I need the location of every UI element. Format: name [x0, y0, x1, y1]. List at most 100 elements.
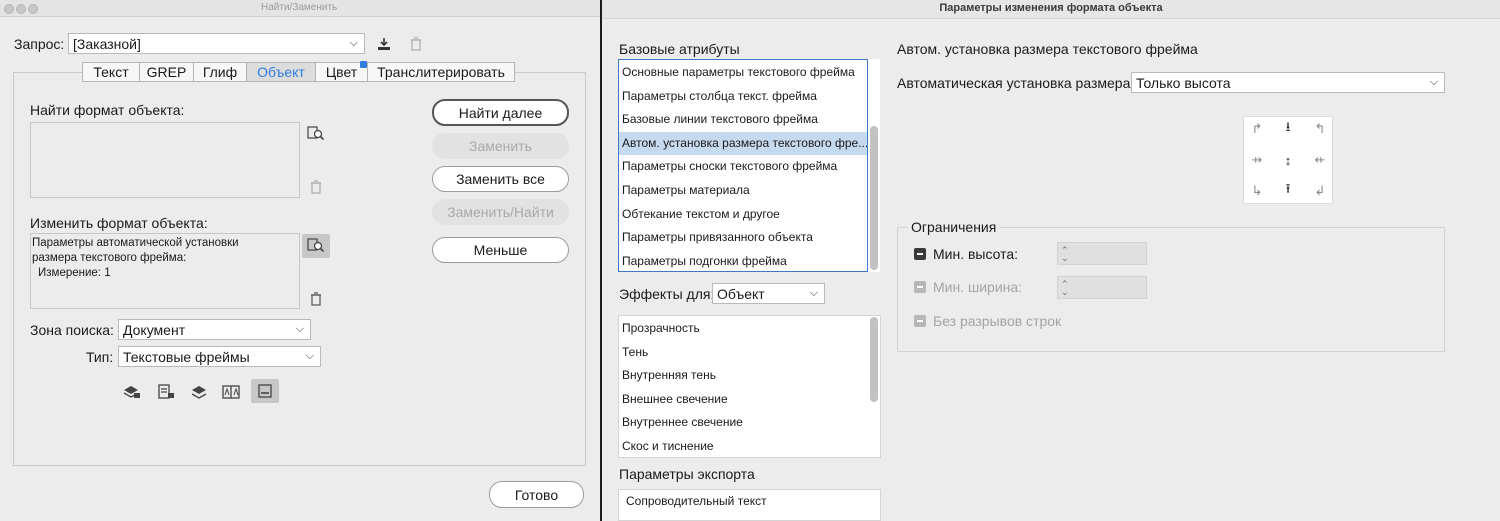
close-window-button[interactable] [4, 4, 14, 14]
include-footnotes-icon[interactable] [251, 379, 279, 403]
format-window-title: Параметры изменения формата объекта [939, 2, 1163, 14]
query-select[interactable]: [Заказной] ⌵ [68, 33, 365, 54]
no-line-breaks-label: Без разрывов строк [933, 313, 1062, 329]
replace-all-button[interactable]: Заменить все [432, 166, 569, 192]
type-label: Тип: [86, 349, 114, 365]
include-locked-layers-icon[interactable] [121, 381, 143, 403]
window-divider [600, 0, 602, 521]
reference-bottom-center-icon[interactable]: ⭱ [1279, 181, 1297, 200]
zoom-window-button[interactable] [28, 4, 38, 14]
reference-bottom-right-icon[interactable]: ↲ [1311, 182, 1329, 200]
constraints-heading: Ограничения [908, 219, 1000, 235]
min-height-checkbox[interactable] [914, 248, 926, 260]
find-format-label: Найти формат объекта: [30, 102, 185, 118]
clear-find-format-icon[interactable] [306, 178, 326, 196]
minimize-window-button[interactable] [16, 4, 26, 14]
effects-label: Эффекты для: [619, 286, 715, 302]
list-item[interactable]: Внутренняя тень [619, 364, 880, 388]
list-item[interactable]: Параметры подгонки фрейма [619, 250, 867, 271]
list-item[interactable]: Скос и тиснение [619, 435, 880, 457]
search-zone-select[interactable]: Документ ⌵ [118, 319, 311, 340]
list-item[interactable]: Параметры материала [619, 179, 867, 203]
reference-middle-left-icon[interactable]: ⇸ [1248, 151, 1266, 169]
reference-center-icon[interactable]: ↕ [1279, 151, 1297, 169]
specify-change-format-icon[interactable] [302, 234, 330, 258]
clear-change-format-icon[interactable] [306, 290, 326, 308]
min-width-checkbox[interactable] [914, 281, 926, 293]
change-format-line-2: размера текстового фрейма: [32, 252, 187, 264]
min-height-stepper[interactable]: ⌃ ⌄ [1057, 242, 1147, 265]
list-item[interactable]: Тень [619, 341, 880, 365]
list-item[interactable]: Внутреннее свечение [619, 411, 880, 435]
list-item[interactable]: Параметры столбца текст. фрейма [619, 85, 867, 109]
list-item[interactable]: Внешнее свечение [619, 388, 880, 412]
chevron-down-icon: ⌵ [349, 37, 358, 49]
effects-value: Объект [717, 285, 765, 302]
fewer-options-button[interactable]: Меньше [432, 237, 569, 263]
chevron-down-icon: ⌵ [809, 287, 818, 299]
include-locked-stories-icon[interactable] [155, 381, 177, 403]
effects-list[interactable]: Прозрачность Тень Внутренняя тень Внешне… [618, 315, 881, 458]
list-item[interactable]: Прозрачность [619, 317, 880, 341]
chevron-down-icon: ⌵ [295, 323, 304, 335]
replace-find-button[interactable]: Заменить/Найти [432, 199, 569, 225]
search-zone-value: Документ [123, 321, 186, 338]
tab-glyph[interactable]: Глиф [194, 62, 247, 82]
reference-middle-right-icon[interactable]: ⇷ [1311, 151, 1329, 169]
auto-size-panel-title: Автом. установка размера текстового фрей… [897, 41, 1198, 57]
tab-object[interactable]: Объект [247, 62, 316, 82]
type-select[interactable]: Текстовые фреймы ⌵ [118, 346, 321, 367]
tab-text[interactable]: Текст [82, 62, 140, 82]
save-query-icon[interactable] [374, 34, 394, 54]
tab-grep[interactable]: GREP [140, 62, 194, 82]
replace-button[interactable]: Заменить [432, 133, 569, 159]
change-format-line-1: Параметры автоматической установки [32, 237, 239, 249]
effects-scroll-thumb[interactable] [870, 317, 878, 402]
chevron-down-icon: ⌵ [305, 350, 314, 362]
reference-bottom-left-icon[interactable]: ↳ [1248, 182, 1266, 200]
min-width-stepper[interactable]: ⌃ ⌄ [1057, 276, 1147, 299]
reference-top-right-icon[interactable]: ↰ [1311, 120, 1329, 138]
min-height-label: Мин. высота: [933, 246, 1019, 262]
basic-attributes-scroll-thumb[interactable] [870, 126, 878, 270]
done-button[interactable]: Готово [489, 481, 584, 508]
specify-find-format-icon[interactable] [306, 124, 326, 144]
trash-icon[interactable] [406, 34, 426, 54]
reference-top-left-icon[interactable]: ↱ [1248, 120, 1266, 138]
auto-size-label: Автоматическая установка размера [897, 75, 1131, 91]
type-value: Текстовые фреймы [123, 348, 250, 365]
find-next-button[interactable]: Найти далее [432, 99, 569, 126]
search-zone-label: Зона поиска: [30, 322, 114, 338]
window-title: Найти/Заменить [261, 2, 338, 13]
query-label: Запрос: [14, 36, 65, 52]
chevron-down-icon: ⌵ [1429, 76, 1438, 88]
basic-attributes-list[interactable]: Основные параметры текстового фрейма Пар… [618, 59, 868, 272]
list-item[interactable]: Параметры сноски текстового фрейма [619, 155, 867, 179]
reference-top-center-icon[interactable]: ⭳ [1279, 119, 1297, 138]
min-width-label: Мин. ширина: [933, 279, 1023, 295]
list-item[interactable]: Обтекание текстом и другое [619, 203, 867, 227]
auto-size-value: Только высота [1136, 74, 1231, 91]
stepper-arrows-icon[interactable]: ⌃ ⌄ [1061, 280, 1069, 297]
query-value: [Заказной] [73, 35, 141, 52]
list-item[interactable]: Базовые линии текстового фрейма [619, 108, 867, 132]
no-line-breaks-checkbox[interactable] [914, 315, 926, 327]
effects-select[interactable]: Объект ⌵ [712, 283, 825, 304]
list-item[interactable]: Сопроводительный текст [619, 490, 880, 514]
change-format-line-3: Измерение: 1 [38, 267, 111, 279]
list-item-selected[interactable]: Автом. установка размера текстового фре.… [619, 131, 867, 156]
list-item[interactable]: Параметры привязанного объекта [619, 226, 867, 250]
auto-size-select[interactable]: Только высота ⌵ [1131, 72, 1445, 93]
change-format-box[interactable]: Параметры автоматической установки разме… [30, 233, 300, 309]
find-format-box[interactable] [30, 122, 300, 198]
basic-attributes-heading: Базовые атрибуты [619, 41, 740, 57]
export-heading: Параметры экспорта [619, 466, 755, 482]
tab-transliterate[interactable]: Транслитерировать [368, 62, 515, 82]
include-master-pages-icon[interactable] [220, 381, 242, 403]
list-item[interactable]: Основные параметры текстового фрейма [619, 61, 867, 85]
include-hidden-layers-icon[interactable] [188, 381, 210, 403]
stepper-arrows-icon[interactable]: ⌃ ⌄ [1061, 246, 1069, 263]
export-list[interactable]: Сопроводительный текст [618, 489, 881, 521]
change-format-label: Изменить формат объекта: [30, 215, 208, 231]
find-replace-window: Найти/Заменить Запрос: [Заказной] ⌵ Текс… [0, 0, 600, 521]
